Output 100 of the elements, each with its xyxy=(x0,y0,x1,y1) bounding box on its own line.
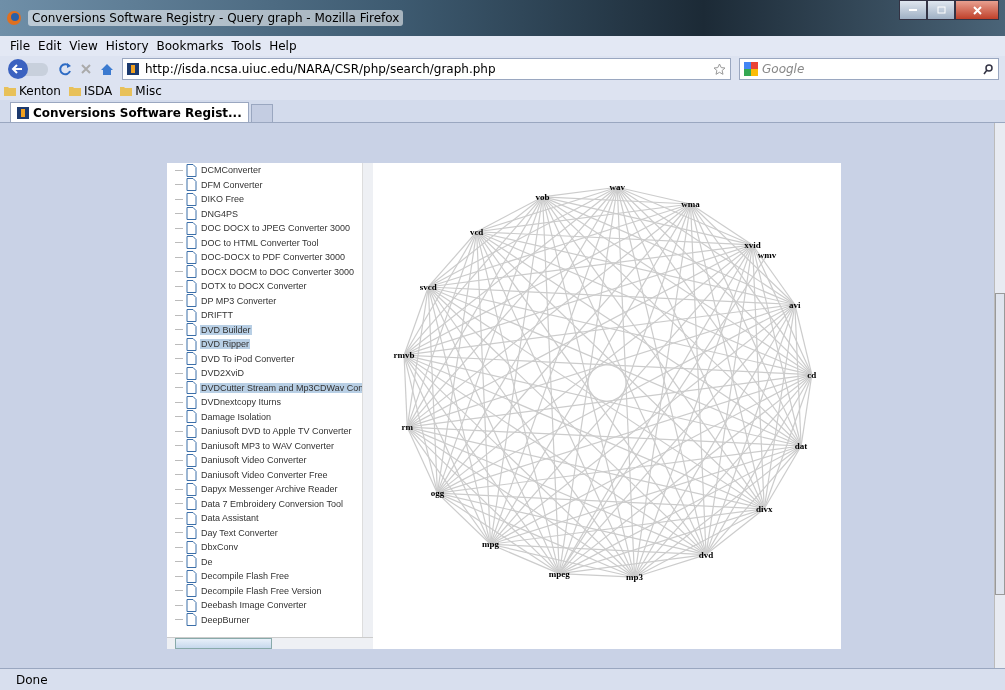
node-label: vob xyxy=(535,191,550,202)
tree-item[interactable]: DIKO Free xyxy=(200,194,245,205)
reload-icon[interactable] xyxy=(58,62,72,76)
firefox-icon xyxy=(6,10,22,26)
maximize-button[interactable] xyxy=(927,0,955,20)
tree-item[interactable]: DOC to HTML Converter Tool xyxy=(200,237,320,248)
status-text: Done xyxy=(16,672,48,687)
tree-item[interactable]: DVD Builder xyxy=(200,324,252,335)
tree-item[interactable]: Day Text Converter xyxy=(200,527,279,538)
tree-item[interactable]: Daniusoft MP3 to WAV Converter xyxy=(200,440,336,451)
document-icon xyxy=(186,482,197,496)
node-label: wma xyxy=(681,199,700,209)
document-icon xyxy=(186,323,197,337)
node-label: rmvb xyxy=(393,350,415,361)
document-icon xyxy=(186,410,197,424)
vertical-scrollbar[interactable] xyxy=(362,163,373,637)
close-icon xyxy=(972,5,982,15)
tree-item[interactable]: DVD To iPod Converter xyxy=(200,353,296,364)
star-icon[interactable] xyxy=(713,62,726,76)
document-icon xyxy=(186,453,197,467)
tree-item[interactable]: DeepBurner xyxy=(200,614,251,625)
document-icon xyxy=(186,584,197,598)
document-icon xyxy=(186,294,197,308)
site-icon xyxy=(127,63,139,75)
stop-icon[interactable] xyxy=(80,63,92,75)
address-field[interactable]: http://isda.ncsa.uiuc.edu/NARA/CSR/php/search/graph.php xyxy=(122,58,731,80)
new-tab-button[interactable] xyxy=(250,104,273,122)
document-icon xyxy=(186,424,197,438)
menu-item[interactable]: Bookmarks xyxy=(156,39,224,53)
search-icon[interactable] xyxy=(983,63,994,75)
tree-item[interactable]: DRIFTT xyxy=(200,310,234,321)
menu-item[interactable]: View xyxy=(69,39,98,53)
tree-item[interactable]: DOC DOCX to JPEG Converter 3000 xyxy=(200,223,352,234)
browser-tab[interactable]: Conversions Software Regist... xyxy=(10,102,249,122)
horizontal-scrollbar[interactable] xyxy=(167,637,373,649)
tree-item[interactable]: DVD Ripper xyxy=(200,339,250,350)
node-label: ogg xyxy=(430,488,445,499)
tree-item[interactable]: Daniusoft Video Converter xyxy=(200,455,308,466)
bookmark-link[interactable]: ISDA xyxy=(83,84,113,98)
document-icon xyxy=(186,555,197,569)
search-field[interactable]: Google xyxy=(739,58,999,80)
tree-item[interactable]: DNG4PS xyxy=(200,208,239,219)
node-label: rm xyxy=(401,422,413,433)
page-scrollbar[interactable] xyxy=(994,123,1005,668)
tree-item[interactable]: Daniusoft Video Converter Free xyxy=(200,469,329,480)
document-icon xyxy=(186,352,197,366)
maximize-icon xyxy=(936,6,946,14)
back-icon[interactable] xyxy=(6,58,50,80)
home-icon[interactable] xyxy=(100,62,114,76)
menu-item[interactable]: File xyxy=(10,39,31,53)
document-icon xyxy=(186,569,197,583)
folder-icon xyxy=(120,86,133,96)
node-label: cd xyxy=(807,369,817,380)
site-icon xyxy=(17,106,29,119)
document-icon xyxy=(186,526,197,540)
tree-item[interactable]: De xyxy=(200,556,214,567)
node-label: vcd xyxy=(469,226,484,237)
minimize-button[interactable] xyxy=(899,0,927,20)
node-label: mpg xyxy=(482,539,499,550)
document-icon xyxy=(186,337,197,351)
node-label: mpeg xyxy=(548,568,570,579)
window-title: Conversions Software Registry - Query graph - Mozilla Firefox xyxy=(28,10,404,26)
tree-item[interactable]: Decompile Flash Free Version xyxy=(200,585,323,596)
bookmark-link[interactable]: Kenton xyxy=(19,84,61,98)
bookmark-link[interactable]: Misc xyxy=(135,84,162,98)
close-button[interactable] xyxy=(955,0,999,20)
tree-item[interactable]: DOTX to DOCX Converter xyxy=(200,281,308,292)
folder-icon xyxy=(68,86,81,96)
document-icon xyxy=(186,468,197,482)
menu-item[interactable]: Help xyxy=(269,39,297,53)
menu-item[interactable]: Edit xyxy=(38,39,62,53)
tree-item[interactable]: Daniusoft DVD to Apple TV Converter xyxy=(200,426,353,437)
menu-item[interactable]: History xyxy=(105,39,149,53)
tree-item[interactable]: Data 7 Embroidery Conversion Tool xyxy=(200,498,344,509)
menu-item[interactable]: Tools xyxy=(231,39,262,53)
document-icon xyxy=(186,178,197,192)
document-icon xyxy=(186,265,197,279)
tree-item[interactable]: DbxConv xyxy=(200,542,239,553)
document-icon xyxy=(186,221,197,235)
tree-item[interactable]: DOCX DOCM to DOC Converter 3000 xyxy=(200,266,356,277)
tree-item[interactable]: Decompile Flash Free xyxy=(200,571,291,582)
tree-item[interactable]: DP MP3 Converter xyxy=(200,295,278,306)
tree-item[interactable]: DCMConverter xyxy=(200,165,262,176)
tree-item[interactable]: Data Assistant xyxy=(200,513,260,524)
tree-item[interactable]: Deebash Image Converter xyxy=(200,600,308,611)
tree-item[interactable]: DVD2XviD xyxy=(200,368,245,379)
document-icon xyxy=(186,381,197,395)
tree-item[interactable]: DOC-DOCX to PDF Converter 3000 xyxy=(200,252,347,263)
tree-item[interactable]: DVDnextcopy Iturns xyxy=(200,397,283,408)
document-icon xyxy=(186,439,197,453)
tree-item[interactable]: Dapyx Messenger Archive Reader xyxy=(200,484,339,495)
tree-item[interactable]: Damage Isolation xyxy=(200,411,273,422)
node-label: xvid xyxy=(744,239,761,250)
document-icon xyxy=(186,250,197,264)
document-icon xyxy=(186,192,197,206)
tree-item[interactable]: DVDCutter Stream and Mp3CDWav Con xyxy=(200,382,362,393)
document-icon xyxy=(186,279,197,293)
node-label: dat xyxy=(794,441,808,451)
tree-item[interactable]: DFM Converter xyxy=(200,179,264,190)
node-label: wav xyxy=(609,182,625,193)
